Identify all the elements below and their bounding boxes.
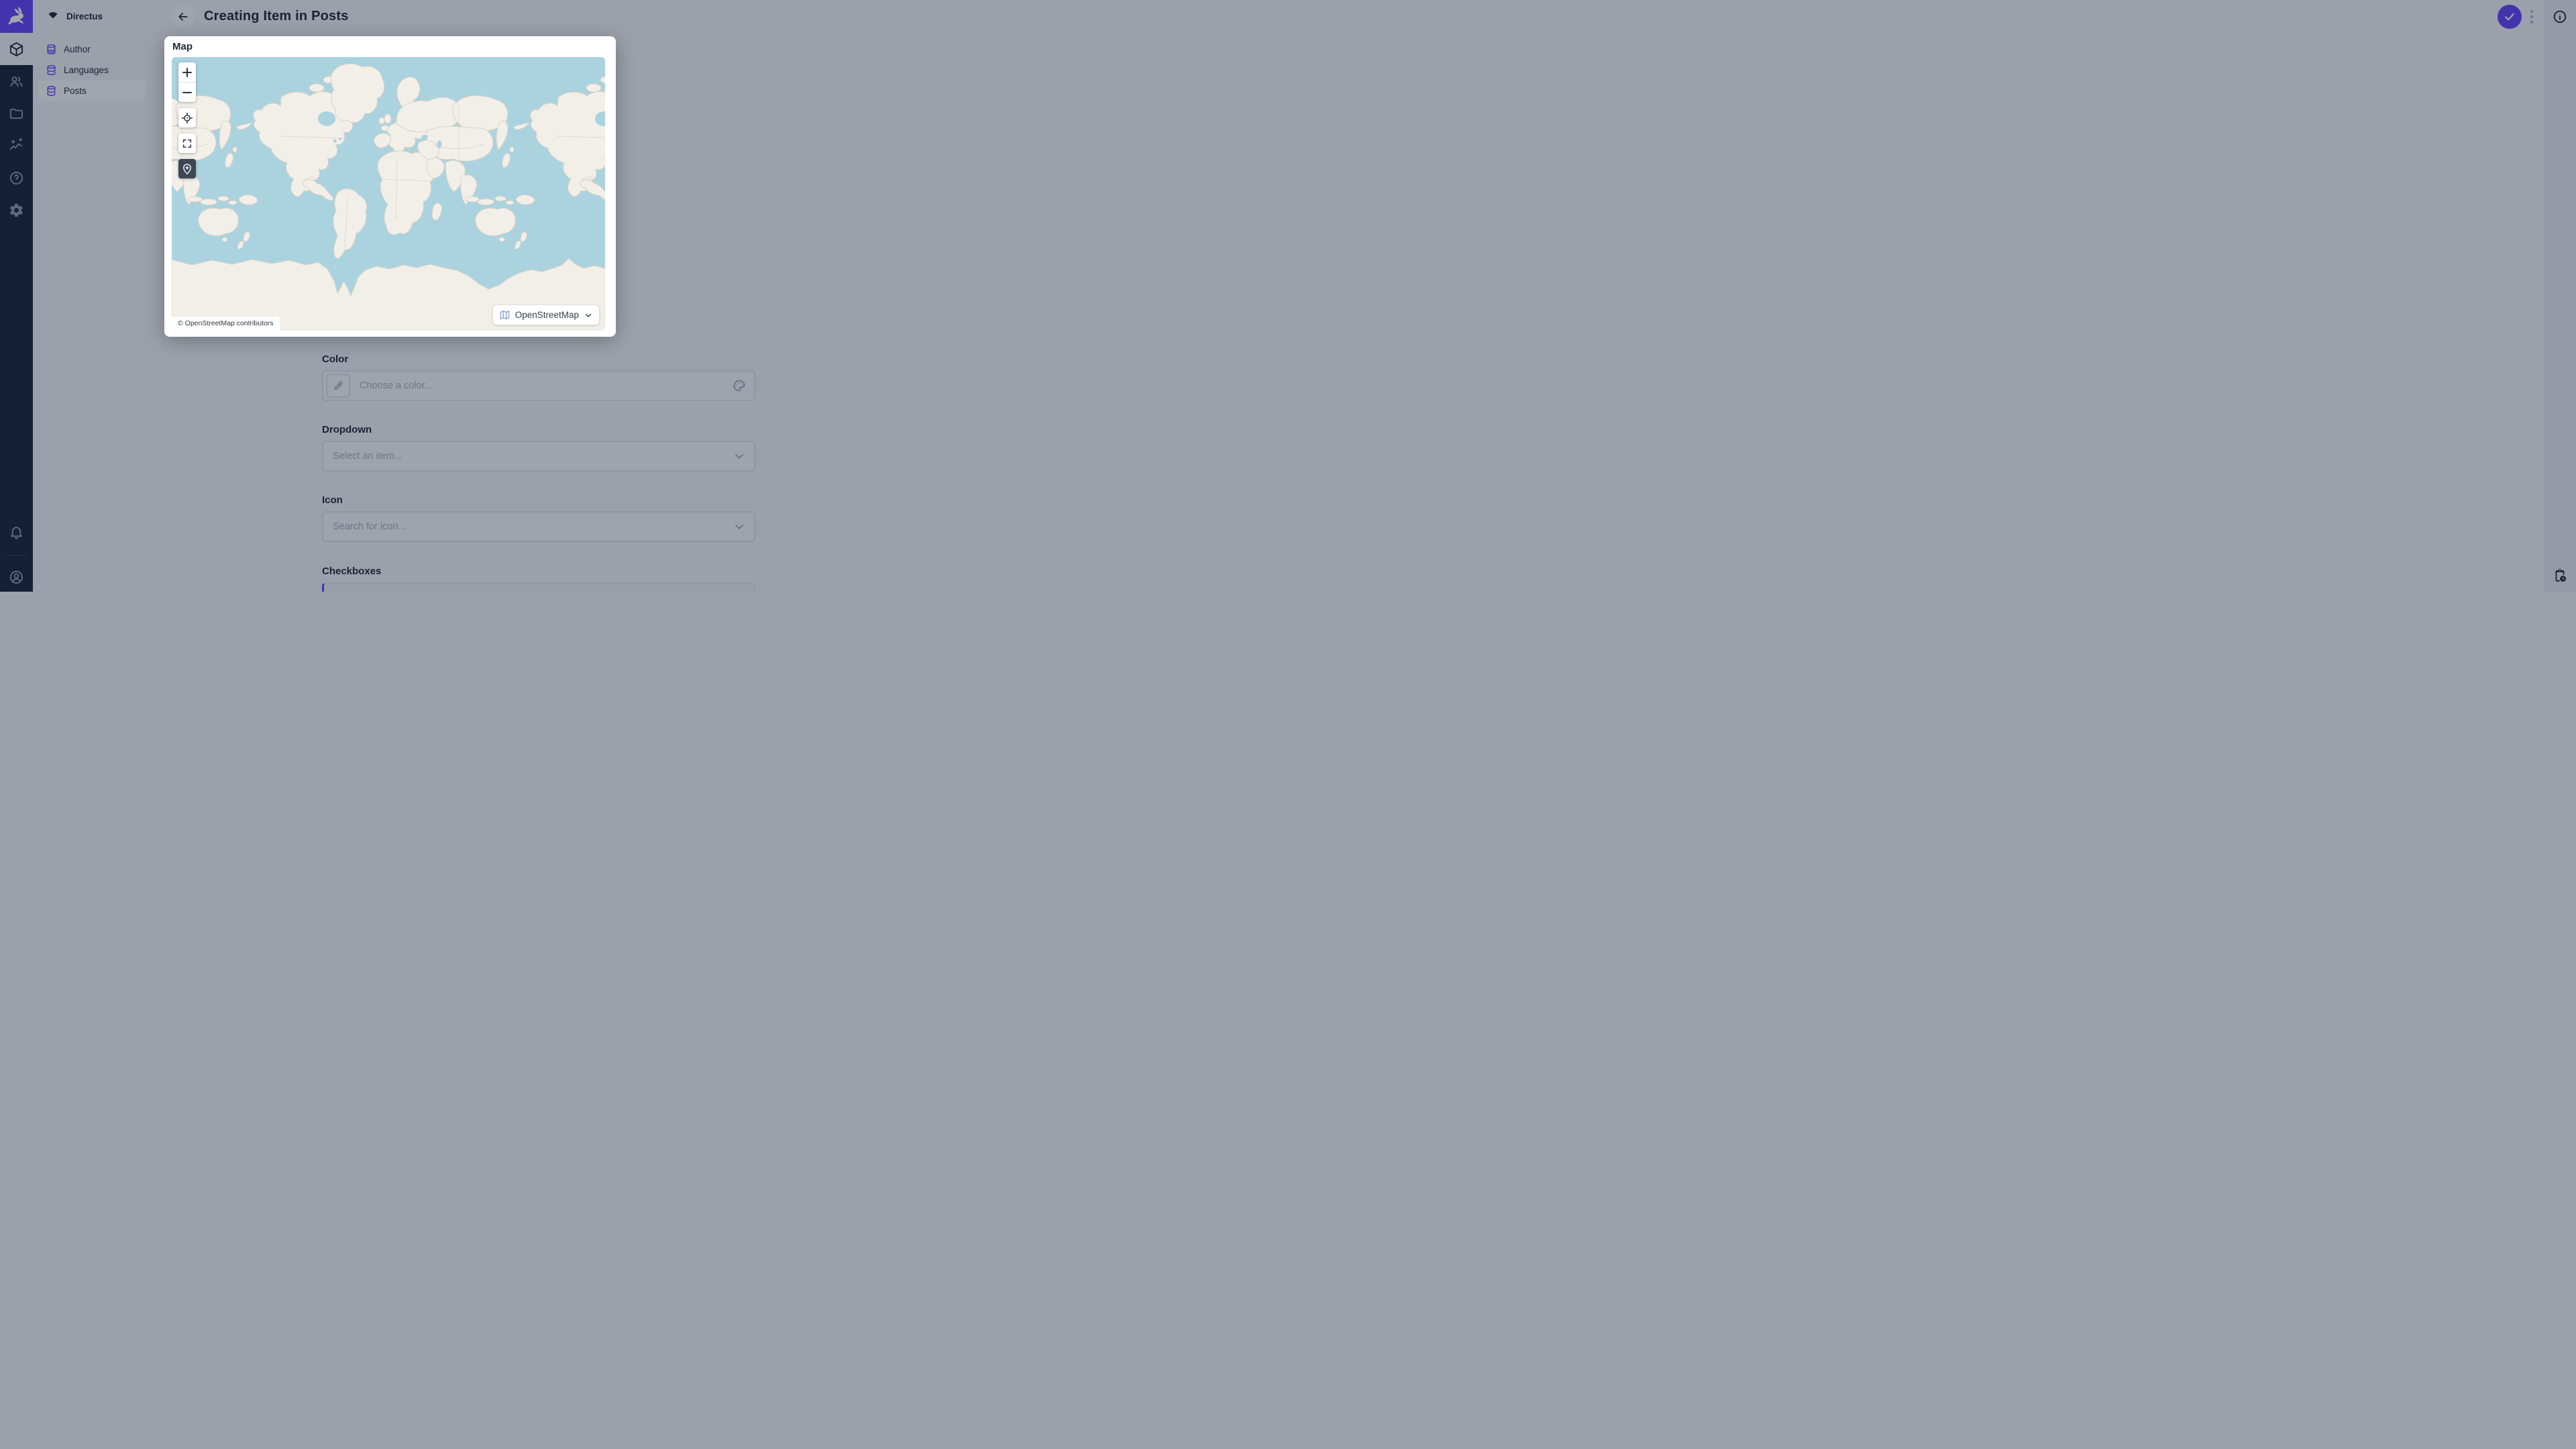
chevron-down-icon (584, 311, 593, 320)
basemap-select[interactable]: OpenStreetMap (492, 305, 599, 325)
plus-icon (182, 67, 193, 78)
map-canvas[interactable]: © OpenStreetMap contributors OpenStreetM… (172, 57, 605, 330)
add-marker-button[interactable] (178, 159, 196, 178)
geolocate-button[interactable] (178, 108, 196, 127)
fullscreen-icon (182, 138, 193, 149)
zoom-in-button[interactable] (178, 62, 196, 82)
zoom-out-button[interactable] (178, 83, 196, 102)
map-icon (499, 309, 511, 321)
map-attribution: © OpenStreetMap contributors (172, 317, 280, 330)
basemap-label: OpenStreetMap (515, 310, 579, 320)
add-location-pin-icon (181, 163, 193, 175)
map-field-card: Map © OpenStreetMap contributors OpenStr… (164, 36, 616, 337)
map-controls (178, 62, 196, 178)
minus-icon (182, 87, 193, 98)
world-map-graphic (172, 57, 605, 330)
fullscreen-button[interactable] (178, 133, 196, 153)
crosshair-gps-icon (181, 112, 193, 124)
field-label-map: Map (172, 41, 193, 52)
